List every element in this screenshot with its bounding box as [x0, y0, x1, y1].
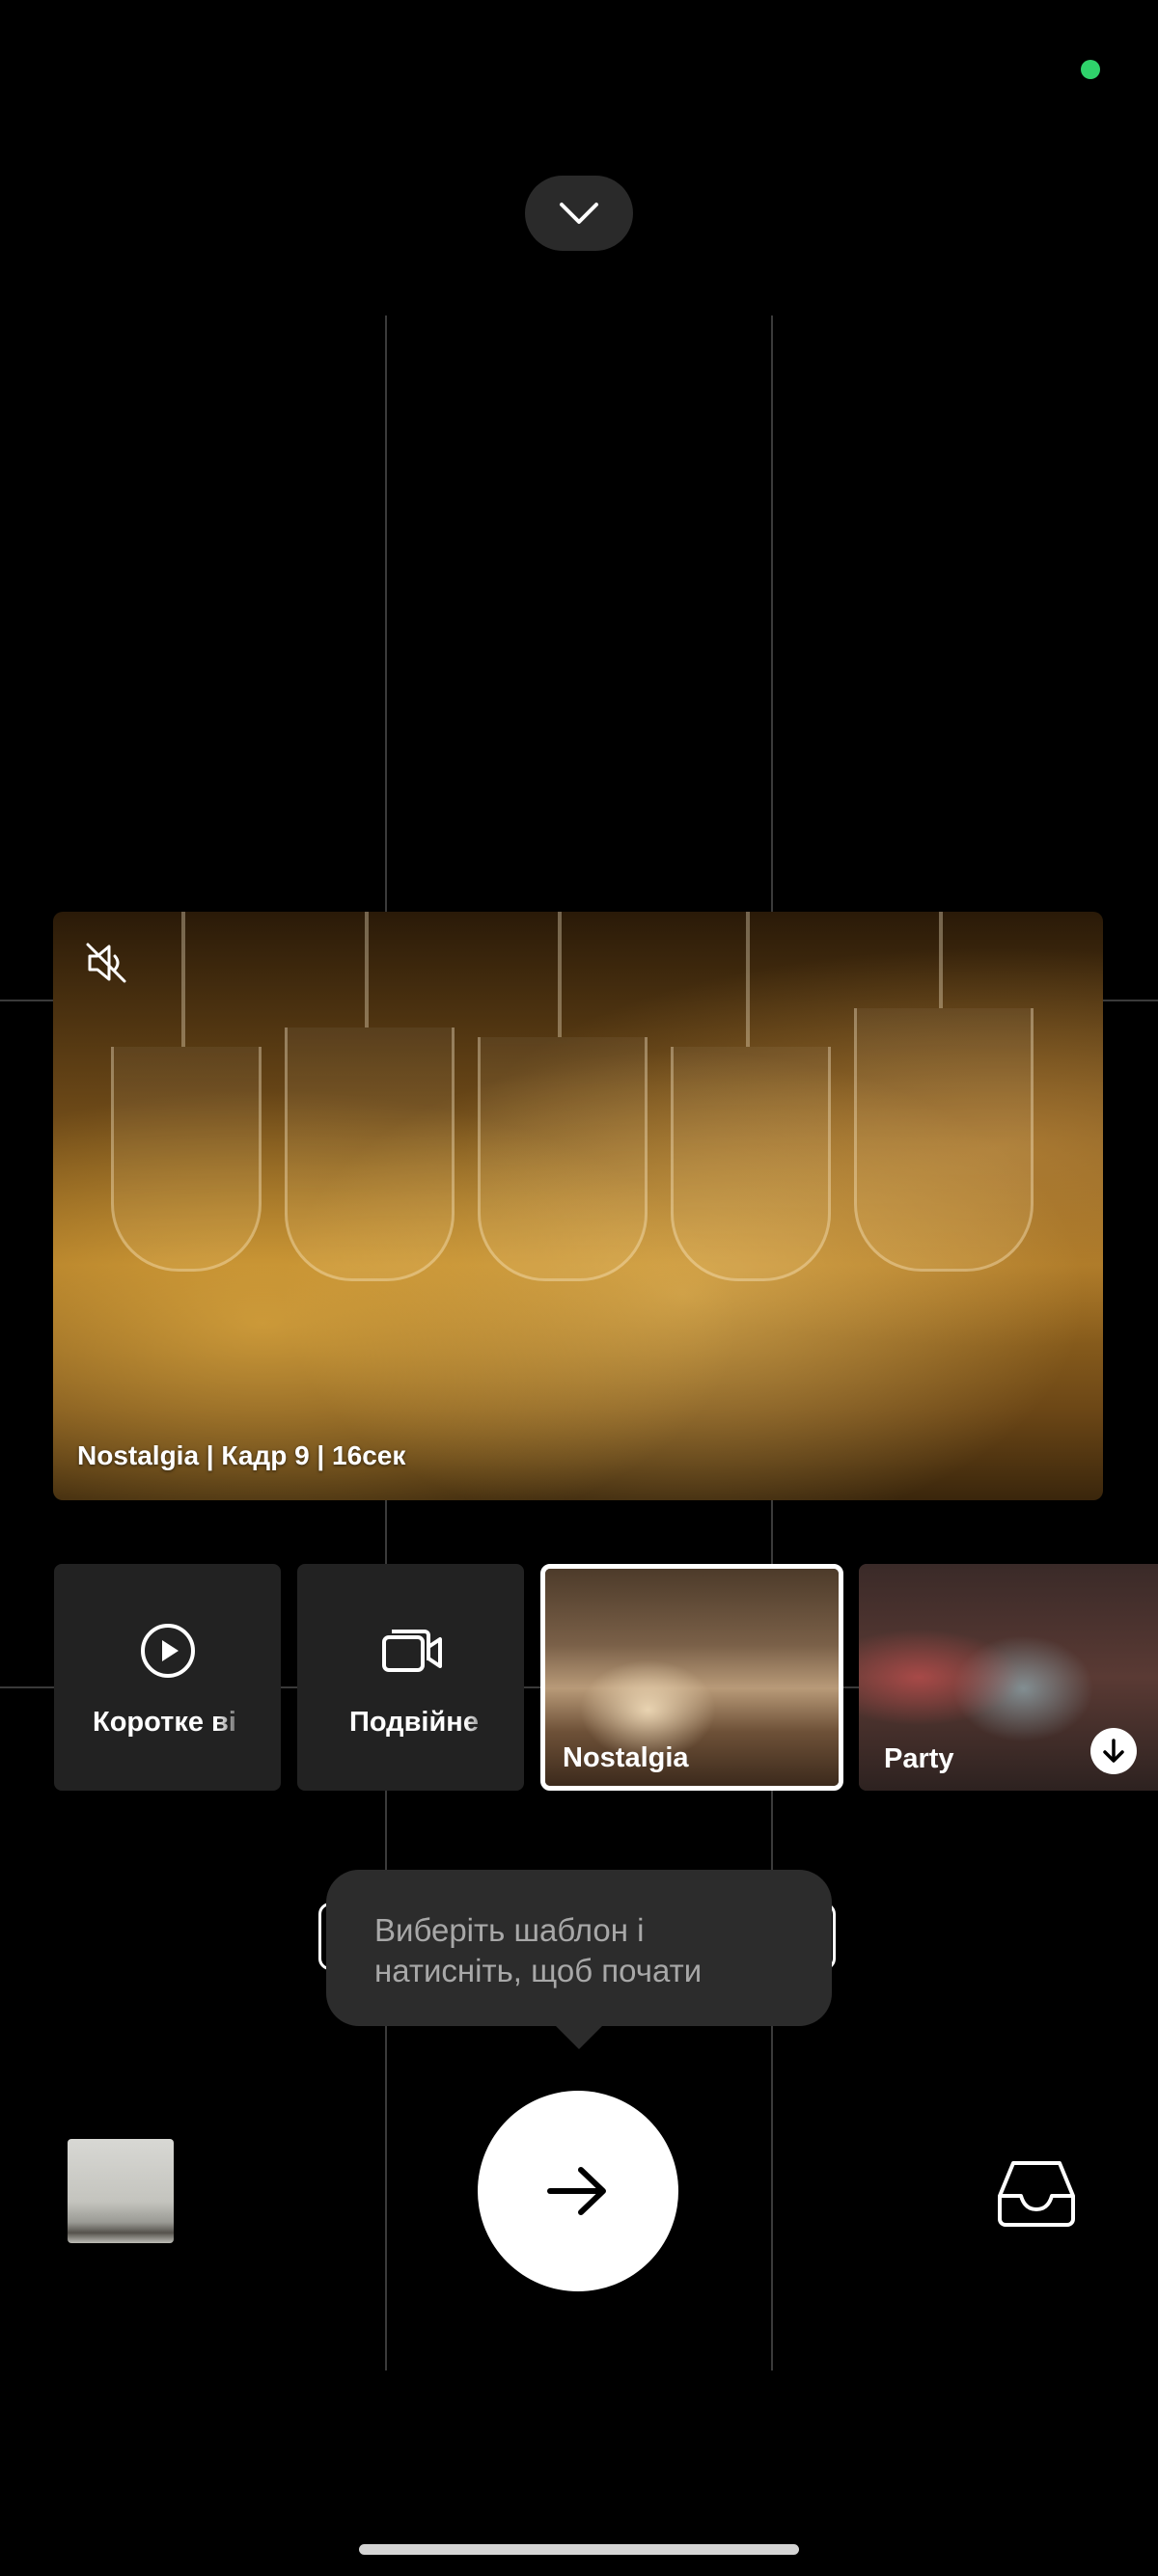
arrow-down-icon — [1103, 1739, 1124, 1763]
inbox-tray-icon — [998, 2161, 1075, 2227]
arrow-right-icon — [547, 2167, 606, 2215]
gallery-thumbnail-button[interactable] — [68, 2139, 174, 2243]
preview-glass-shape — [285, 1028, 455, 1281]
inbox-button[interactable] — [996, 2157, 1077, 2229]
template-card-dual[interactable]: Подвійне — [297, 1564, 524, 1791]
template-preview[interactable]: Nostalgia | Кадр 9 | 16сек — [53, 912, 1103, 1500]
speaker-muted-icon — [86, 943, 126, 983]
preview-glass-stem — [365, 912, 369, 1028]
preview-glass-shape — [854, 1008, 1034, 1272]
template-card-label: Party — [884, 1743, 954, 1774]
hint-tooltip: Виберіть шаблон і натисніть, щоб почати — [326, 1870, 832, 2026]
preview-glass-shape — [111, 1047, 262, 1272]
play-circle-icon — [141, 1624, 195, 1678]
preview-glass-shape — [671, 1047, 831, 1281]
tooltip-pointer — [554, 2024, 604, 2049]
tooltip-line-2: натисніть, щоб почати — [374, 1953, 703, 1988]
template-card-label: Nostalgia — [563, 1742, 689, 1773]
preview-glass-shape — [478, 1037, 648, 1281]
dual-camera-icon — [382, 1630, 442, 1672]
template-card-nostalgia[interactable]: Nostalgia — [540, 1564, 843, 1791]
collapse-button[interactable] — [525, 176, 633, 251]
template-card-party[interactable]: Party — [859, 1564, 1158, 1791]
preview-caption: Nostalgia | Кадр 9 | 16сек — [77, 1440, 406, 1470]
preview-glass-stem — [939, 912, 943, 1008]
download-button[interactable] — [1090, 1728, 1137, 1774]
template-card-label: Подвійне — [349, 1707, 479, 1738]
preview-glass-stem — [558, 912, 562, 1037]
tooltip-line-1: Виберіть шаблон і — [374, 1912, 645, 1948]
status-indicator-dot — [1081, 60, 1100, 79]
preview-glass-stem — [746, 912, 750, 1047]
template-card-short-video[interactable]: Коротке ві — [54, 1564, 281, 1791]
preview-glass-stem — [181, 912, 185, 1047]
template-card-label: Коротке ві — [93, 1707, 236, 1738]
home-indicator-bar[interactable] — [359, 2544, 799, 2555]
mute-toggle-button[interactable] — [82, 939, 130, 987]
start-button[interactable] — [478, 2091, 678, 2291]
chevron-down-icon — [560, 203, 598, 224]
